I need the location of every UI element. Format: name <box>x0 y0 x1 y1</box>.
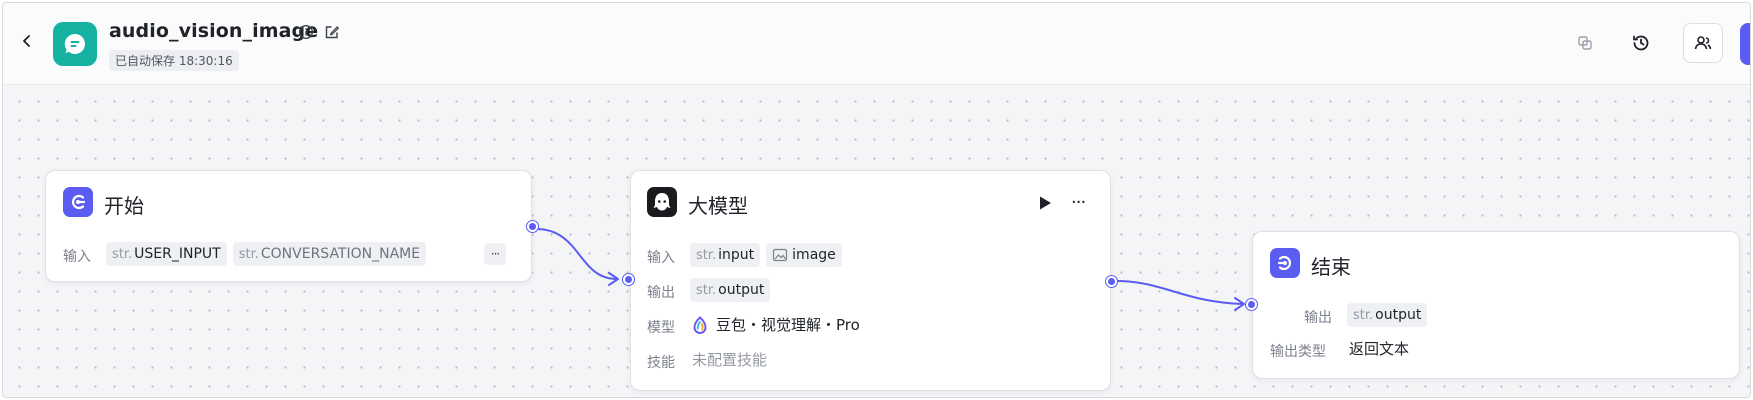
history-icon[interactable] <box>1621 23 1661 63</box>
info-icon[interactable] <box>297 23 315 41</box>
llm-output-port[interactable] <box>1106 276 1117 287</box>
doubao-model-icon <box>693 315 707 334</box>
input-variable-chip: str. CONVERSATION_NAME <box>232 242 427 266</box>
more-icon[interactable]: ··· <box>1071 192 1086 213</box>
llm-model-label: 模型 <box>647 320 675 336</box>
start-node-title: 开始 <box>104 194 144 218</box>
publish-button[interactable] <box>1740 23 1750 65</box>
input-variable-chip: str. USER_INPUT <box>106 242 227 266</box>
end-node-icon <box>1270 248 1300 278</box>
end-output-type-label: 输出类型 <box>1270 344 1326 360</box>
edit-icon[interactable] <box>323 23 341 41</box>
workflow-editor: audio_vision_image 已自动保存 18:30:16 开始 输入 … <box>2 2 1751 398</box>
start-node[interactable]: 开始 输入 str. USER_INPUT str. CONVERSATION_NA… <box>45 170 532 282</box>
llm-model-value: 豆包・视觉理解・Pro <box>716 316 860 334</box>
input-variable-chip: image <box>766 243 842 267</box>
end-node[interactable]: 结束 输出 str. output 输出类型 返回文本 <box>1252 231 1740 379</box>
end-node-title: 结束 <box>1311 255 1351 279</box>
llm-node[interactable]: 大模型 ··· 输入 str. input image 输出 str. output… <box>630 170 1111 391</box>
more-icon[interactable]: ··· <box>484 243 506 265</box>
llm-input-label: 输入 <box>647 250 675 266</box>
input-variable-chip: str. input <box>690 243 761 267</box>
start-input-label: 输入 <box>63 249 91 265</box>
llm-node-title: 大模型 <box>688 194 748 218</box>
output-variable-chip: str. output <box>690 278 771 302</box>
chat-bubble-icon <box>64 33 85 54</box>
autosave-status: 已自动保存 18:30:16 <box>109 50 239 71</box>
llm-input-port[interactable] <box>623 274 634 285</box>
llm-output-label: 输出 <box>647 285 675 301</box>
llm-skills-label: 技能 <box>647 355 675 371</box>
output-variable-chip: str. output <box>1347 303 1428 327</box>
app-logo <box>53 22 97 66</box>
end-output-label: 输出 <box>1304 310 1332 326</box>
app-title: audio_vision_image <box>109 20 319 42</box>
llm-skills-value: 未配置技能 <box>692 351 768 369</box>
image-icon <box>773 248 788 262</box>
llm-node-icon <box>647 187 677 217</box>
start-output-port[interactable] <box>527 221 538 232</box>
header: audio_vision_image 已自动保存 18:30:16 <box>3 3 1750 85</box>
end-input-port[interactable] <box>1246 299 1257 310</box>
users-icon[interactable] <box>1683 23 1723 63</box>
play-icon[interactable] <box>1036 194 1054 212</box>
start-node-icon <box>63 187 93 217</box>
copy-icon[interactable] <box>1565 23 1605 63</box>
chevron-left-icon[interactable] <box>15 29 39 53</box>
end-output-type-value: 返回文本 <box>1349 340 1410 358</box>
